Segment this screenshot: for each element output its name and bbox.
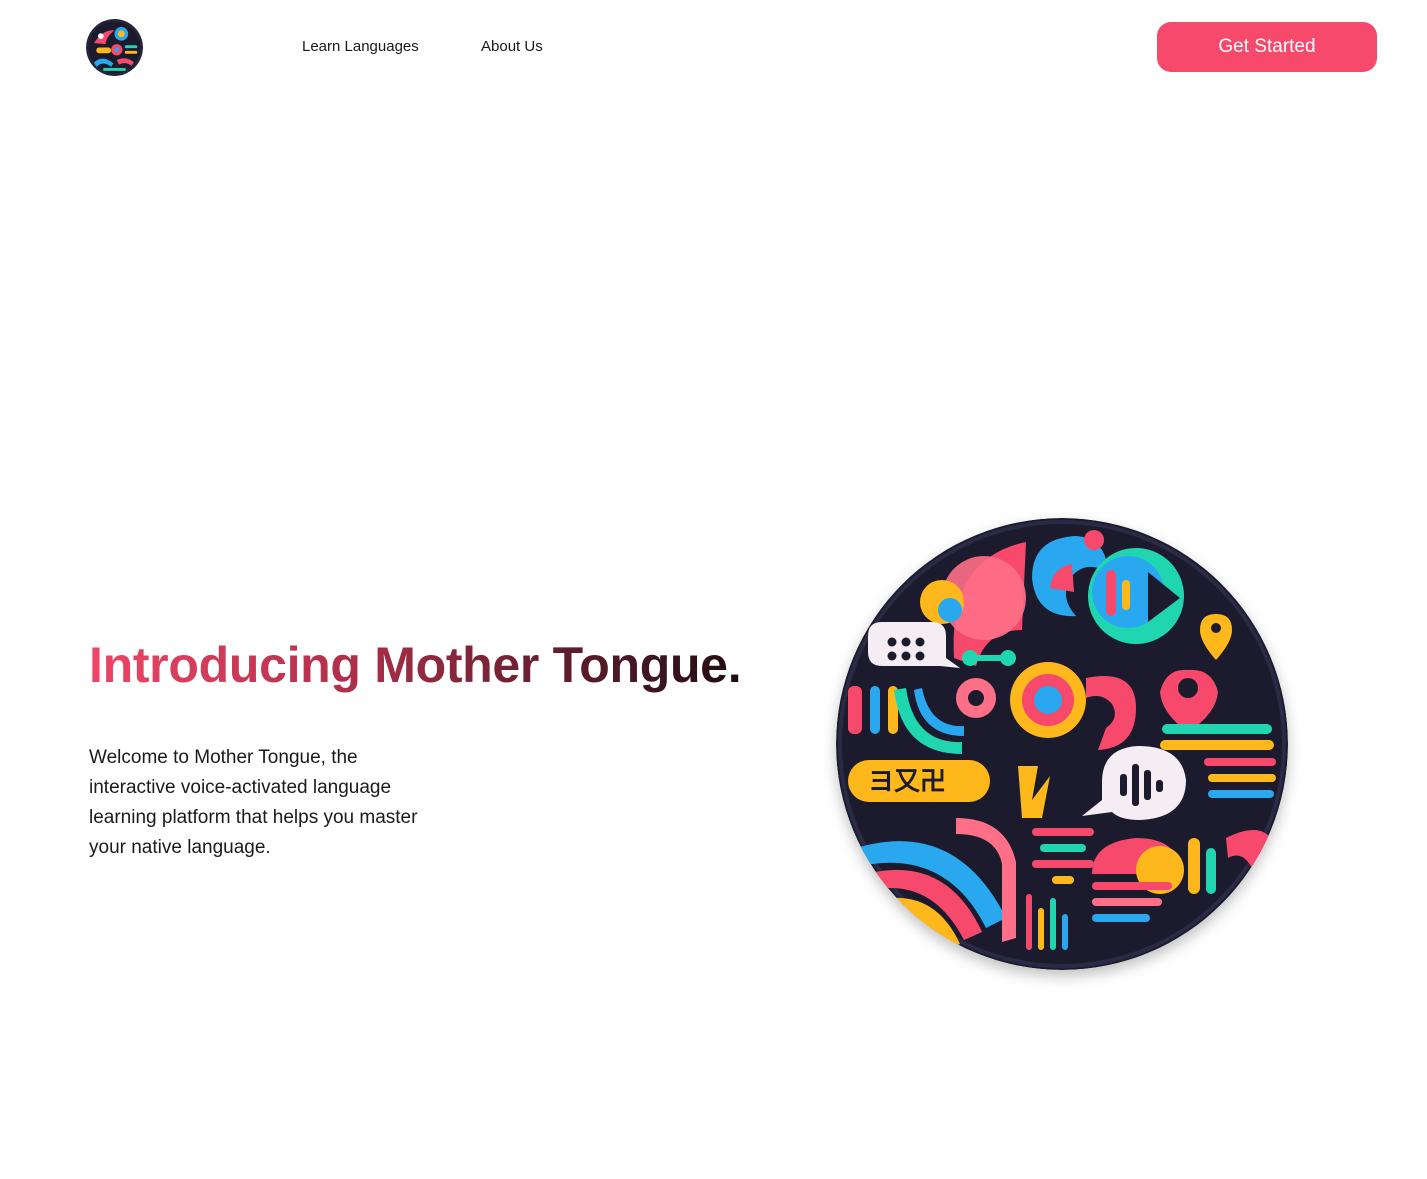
nav-link-learn-languages[interactable]: Learn Languages [302, 38, 419, 55]
logo-graphic [86, 19, 143, 76]
nav-link-about-us[interactable]: About Us [481, 38, 543, 55]
language-mosaic-illustration: ヨ又卍 [836, 518, 1288, 970]
get-started-button[interactable]: Get Started [1157, 22, 1377, 72]
page: Learn Languages About Us Get Started Int… [0, 0, 1427, 1179]
hero-description: Welcome to Mother Tongue, the interactiv… [89, 747, 418, 858]
hero-title: Introducing Mother Tongue. [89, 637, 742, 693]
mosaic-graphic: ヨ又卍 [836, 518, 1288, 970]
svg-text:ヨ又卍: ヨ又卍 [868, 767, 946, 797]
logo-icon[interactable] [86, 19, 143, 76]
